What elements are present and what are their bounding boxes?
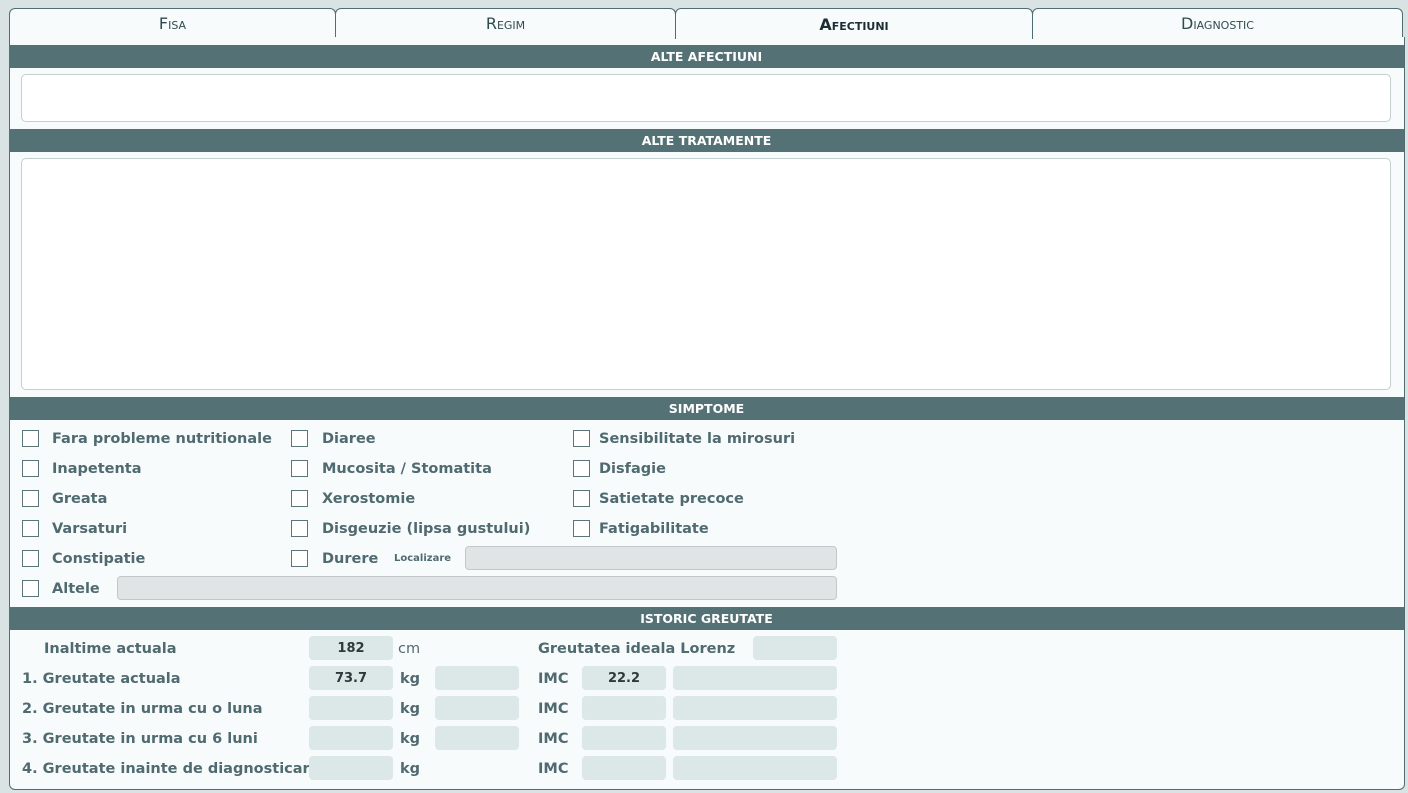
- tab-diagnostic[interactable]: Diagnostic: [1032, 8, 1403, 37]
- imc-category-field[interactable]: [673, 756, 837, 780]
- imc-label: IMC: [538, 761, 569, 777]
- weight-kg-field[interactable]: [309, 756, 393, 780]
- checkbox-disfagie[interactable]: [573, 460, 590, 477]
- imc-label: IMC: [538, 731, 569, 747]
- symptom-label: Constipatie: [52, 551, 146, 567]
- kg-unit: kg: [400, 671, 421, 687]
- weight-row-label: 4. Greutate inainte de diagnosticare: [22, 761, 320, 777]
- section-header-simptome: SIMPTOME: [9, 397, 1404, 420]
- weight-row-label: 2. Greutate in urma cu o luna: [22, 701, 263, 717]
- symptom-label: Disgeuzie (lipsa gustului): [322, 521, 531, 537]
- checkbox-fara-probleme[interactable]: [22, 430, 39, 447]
- symptom-label: Xerostomie: [322, 491, 416, 507]
- checkbox-greata[interactable]: [22, 490, 39, 507]
- imc-field[interactable]: [582, 756, 666, 780]
- height-label: Inaltime actuala: [44, 641, 177, 657]
- checkbox-durere[interactable]: [291, 550, 308, 567]
- symptom-label: Sensibilitate la mirosuri: [599, 431, 796, 447]
- symptom-label: Diaree: [322, 431, 376, 447]
- symptom-label: Altele: [52, 581, 100, 597]
- checkbox-xerostomie[interactable]: [291, 490, 308, 507]
- weight-kg-field[interactable]: [309, 726, 393, 750]
- symptom-label: Satietate precoce: [599, 491, 744, 507]
- alte-tratamente-textarea[interactable]: [21, 158, 1391, 390]
- checkbox-satietate-precoce[interactable]: [573, 490, 590, 507]
- imc-category-field[interactable]: [673, 666, 837, 690]
- height-field[interactable]: 182: [309, 636, 393, 660]
- checkbox-mucosita[interactable]: [291, 460, 308, 477]
- tab-fisa[interactable]: Fisa: [9, 8, 336, 37]
- imc-category-field[interactable]: [673, 696, 837, 720]
- checkbox-inapetenta[interactable]: [22, 460, 39, 477]
- imc-field[interactable]: 22.2: [582, 666, 666, 690]
- checkbox-disgeuzie[interactable]: [291, 520, 308, 537]
- tab-afectiuni[interactable]: Afectiuni: [675, 8, 1033, 39]
- symptom-label: Fara probleme nutritionale: [52, 431, 272, 447]
- checkbox-varsaturi[interactable]: [22, 520, 39, 537]
- tab-regim[interactable]: Regim: [335, 8, 676, 37]
- kg-unit: kg: [400, 701, 421, 717]
- imc-label: IMC: [538, 671, 569, 687]
- height-unit: cm: [398, 641, 421, 657]
- checkbox-diaree[interactable]: [291, 430, 308, 447]
- localizare-label: Localizare: [394, 553, 452, 564]
- symptom-label: Inapetenta: [52, 461, 142, 477]
- weight-extra-field[interactable]: [435, 726, 519, 750]
- symptom-label: Greata: [52, 491, 108, 507]
- section-header-alte-tratamente: ALTE TRATAMENTE: [9, 129, 1404, 152]
- section-header-alte-afectiuni: ALTE AFECTIUNI: [9, 45, 1404, 68]
- weight-row-label: 1. Greutate actuala: [22, 671, 181, 687]
- section-header-istoric-greutate: ISTORIC GREUTATE: [9, 607, 1404, 630]
- weight-kg-field[interactable]: [309, 696, 393, 720]
- localizare-input[interactable]: [465, 546, 837, 570]
- ideal-weight-label: Greutatea ideala Lorenz: [538, 641, 736, 657]
- weight-extra-field[interactable]: [435, 696, 519, 720]
- imc-field[interactable]: [582, 726, 666, 750]
- altele-input[interactable]: [117, 576, 837, 600]
- imc-field[interactable]: [582, 696, 666, 720]
- imc-category-field[interactable]: [673, 726, 837, 750]
- kg-unit: kg: [400, 761, 421, 777]
- symptom-label: Disfagie: [599, 461, 666, 477]
- checkbox-sensibilitate-mirosuri[interactable]: [573, 430, 590, 447]
- checkbox-constipatie[interactable]: [22, 550, 39, 567]
- symptom-label: Mucosita / Stomatita: [322, 461, 492, 477]
- weight-kg-field[interactable]: 73.7: [309, 666, 393, 690]
- symptom-label: Fatigabilitate: [599, 521, 709, 537]
- kg-unit: kg: [400, 731, 421, 747]
- checkbox-altele[interactable]: [22, 580, 39, 597]
- weight-row-label: 3. Greutate in urma cu 6 luni: [22, 731, 258, 747]
- weight-extra-field[interactable]: [435, 666, 519, 690]
- ideal-weight-field[interactable]: [753, 636, 837, 660]
- symptom-label: Durere: [322, 551, 379, 567]
- checkbox-fatigabilitate[interactable]: [573, 520, 590, 537]
- imc-label: IMC: [538, 701, 569, 717]
- symptom-label: Varsaturi: [52, 521, 128, 537]
- alte-afectiuni-textarea[interactable]: [21, 74, 1391, 122]
